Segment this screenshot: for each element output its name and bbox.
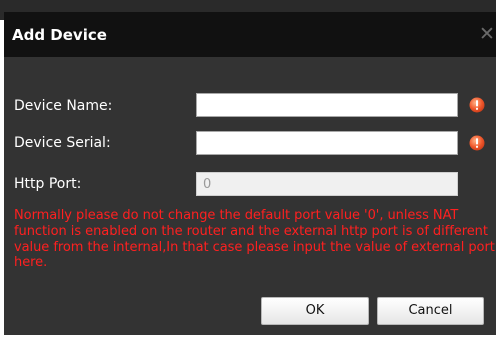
- ok-button[interactable]: OK: [261, 297, 369, 325]
- device-serial-label: Device Serial:: [14, 135, 111, 151]
- warning-icon: [469, 135, 485, 151]
- port-help-note: Normally please do not change the defaul…: [14, 208, 495, 271]
- add-device-dialog: Add Device ✕ Device Name: Device Serial:: [4, 12, 496, 335]
- http-port-label: Http Port:: [14, 176, 82, 192]
- device-name-label: Device Name:: [14, 98, 113, 114]
- page: Add Device ✕ Device Name: Device Serial:: [0, 0, 496, 345]
- close-icon[interactable]: ✕: [478, 24, 496, 44]
- cancel-button[interactable]: Cancel: [377, 297, 484, 325]
- device-serial-input[interactable]: [196, 131, 458, 155]
- device-name-input[interactable]: [196, 93, 458, 117]
- http-port-input: [196, 172, 458, 196]
- dialog-titlebar: Add Device ✕: [4, 12, 496, 57]
- dialog-title: Add Device: [12, 26, 107, 44]
- warning-icon: [469, 97, 485, 113]
